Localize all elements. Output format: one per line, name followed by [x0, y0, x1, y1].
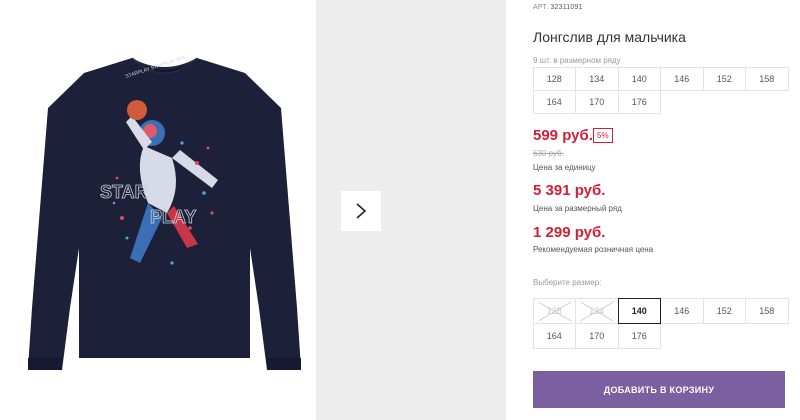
size-option[interactable]: 152: [702, 297, 746, 324]
pack-size: 170: [575, 89, 619, 114]
product-image-area: STARPLAY STARPLAY STA STAR PLAY: [0, 0, 315, 420]
size-option[interactable]: 170: [575, 322, 619, 349]
print-text-star: STAR: [100, 182, 148, 202]
size-option[interactable]: 164: [532, 322, 576, 349]
size-picker-grid: 128 134 140 146 152 158 164 170 176: [532, 297, 789, 349]
pack-size: 140: [617, 66, 661, 91]
pack-size: 176: [617, 89, 661, 114]
unit-price-label: Цена за единицу: [533, 163, 596, 172]
retail-price: 1 299 руб.: [533, 224, 606, 241]
unit-price: 599 руб.: [533, 127, 593, 144]
pack-price-label: Цена за размерный ряд: [533, 204, 622, 213]
size-option[interactable]: 146: [660, 297, 704, 324]
pack-size: 158: [745, 66, 789, 91]
size-option-unavailable: 134: [575, 297, 619, 324]
retail-price-label: Рекомендуемая розничная цена: [533, 245, 654, 254]
discount-badge: 5%: [593, 128, 613, 143]
print-text-play: PLAY: [150, 207, 196, 227]
pack-size: 134: [575, 66, 619, 91]
pack-sizes-grid: 128 134 140 146 152 158 164 170 176: [532, 66, 789, 114]
size-option[interactable]: 158: [745, 297, 789, 324]
add-to-cart-button[interactable]: ДОБАВИТЬ В КОРЗИНУ: [533, 371, 785, 408]
product-title: Лонгслив для мальчика: [533, 29, 686, 45]
pack-size: 152: [702, 66, 746, 91]
size-option[interactable]: 176: [617, 322, 661, 349]
article-value: 32311091: [550, 4, 583, 11]
article-number: АРТ. 32311091: [533, 4, 583, 11]
gallery-next-button[interactable]: [341, 191, 381, 231]
pack-size: 164: [532, 89, 576, 114]
article-label: АРТ.: [533, 4, 549, 11]
pack-size: 146: [660, 66, 704, 91]
chevron-right-icon: [356, 203, 367, 219]
size-picker-label: Выберите размер:: [533, 278, 602, 287]
old-price: 630 руб.: [533, 149, 564, 158]
product-image-longsleeve[interactable]: STARPLAY STARPLAY STA STAR PLAY: [22, 18, 307, 373]
size-option-unavailable: 128: [532, 297, 576, 324]
pack-price: 5 391 руб.: [533, 182, 606, 199]
pack-note: 9 шт. в размерном ряду: [533, 56, 621, 65]
pack-size: 128: [532, 66, 576, 91]
size-option-selected[interactable]: 140: [617, 297, 661, 324]
